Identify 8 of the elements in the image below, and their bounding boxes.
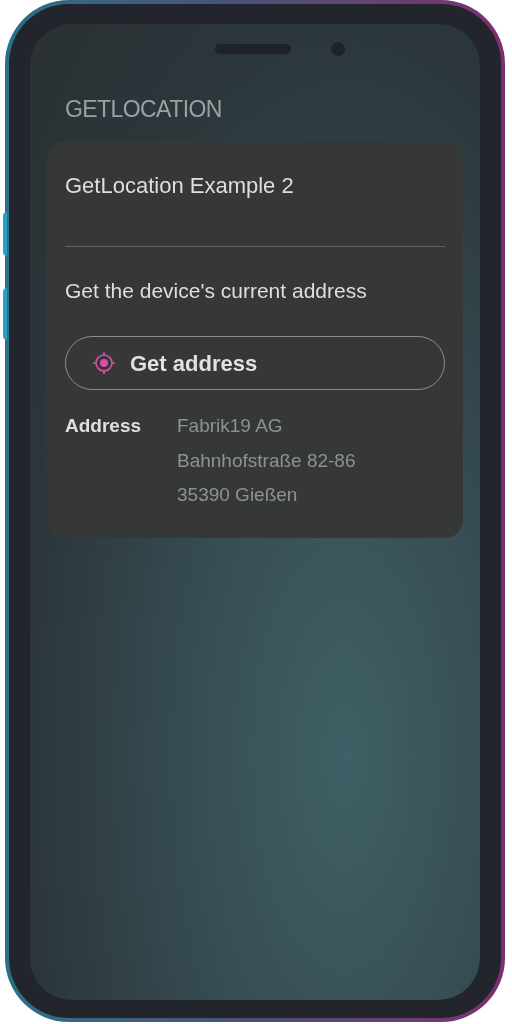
address-line: 35390 Gießen <box>177 483 299 507</box>
card-title: GetLocation Example 2 <box>65 171 295 200</box>
card-description: Get the device's current address <box>65 277 368 304</box>
section-title: GETLOCATION <box>65 95 223 124</box>
address-label: Address <box>65 414 143 438</box>
address-line: Fabrik19 AG <box>177 414 284 438</box>
address-line: Bahnhofstraße 82-86 <box>177 448 356 473</box>
location-target-icon <box>92 351 116 375</box>
